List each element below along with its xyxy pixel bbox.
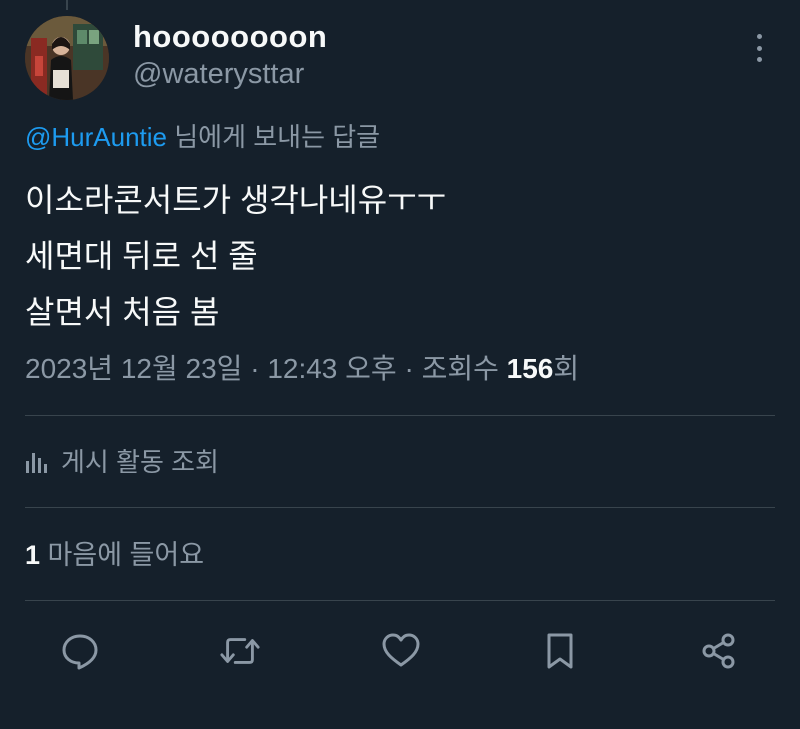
tweet-line: 이소라콘서트가 생각나네유ㅜㅜ: [25, 182, 447, 218]
reply-button[interactable]: [59, 630, 101, 672]
tweet-line: 세면대 뒤로 선 줄: [25, 238, 258, 274]
retweet-button[interactable]: [219, 630, 261, 672]
tweet-time[interactable]: 12:43 오후: [267, 353, 396, 384]
heart-icon: [382, 633, 420, 667]
thread-connector-line: [66, 0, 68, 10]
share-button[interactable]: [698, 630, 740, 672]
like-button[interactable]: [380, 630, 422, 672]
divider: [25, 600, 775, 601]
more-vertical-icon-dot: [756, 57, 762, 62]
likes-count: 1: [25, 540, 41, 570]
tweet-meta: 2023년 12월 23일 · 12:43 오후 · 조회수 156회: [25, 349, 579, 389]
tweet-line: 살면서 처음 봄: [25, 294, 220, 330]
replying-to-line: @HurAuntie 님에게 보내는 답글: [25, 120, 380, 154]
divider: [25, 415, 775, 416]
views-count: 156: [506, 353, 554, 384]
activity-label: 게시 활동 조회: [61, 447, 219, 477]
more-options-button[interactable]: [745, 30, 773, 66]
tweet-date[interactable]: 2023년 12월 23일: [25, 353, 242, 384]
likes-label: 마음에 들어요: [40, 540, 205, 570]
views-label: 조회수: [421, 353, 507, 384]
meta-separator: ·: [396, 353, 422, 384]
reply-mention-link[interactable]: @HurAuntie: [25, 122, 167, 152]
view-post-activity-link[interactable]: 게시 활동 조회: [25, 442, 219, 482]
avatar-photo: [25, 16, 109, 100]
avatar[interactable]: [25, 16, 109, 100]
reply-suffix: 님에게 보내는 답글: [167, 122, 381, 152]
author-display-name[interactable]: hoooooooon: [133, 18, 327, 56]
author-handle[interactable]: @waterysttar: [133, 56, 304, 92]
tweet-text: 이소라콘서트가 생각나네유ㅜㅜ 세면대 뒤로 선 줄 살면서 처음 봄: [25, 172, 446, 340]
share-icon: [702, 633, 735, 669]
views-unit: 회: [553, 353, 580, 384]
more-vertical-icon-dot: [756, 34, 762, 39]
more-vertical-icon-dot: [756, 45, 762, 51]
divider: [25, 507, 775, 508]
bar-chart-icon: [26, 453, 47, 473]
retweet-icon: [220, 638, 260, 664]
reply-bubble-icon: [62, 634, 98, 670]
likes-summary[interactable]: 1 마음에 들어요: [25, 535, 204, 575]
meta-separator: ·: [242, 353, 268, 384]
bookmark-button[interactable]: [539, 630, 581, 672]
bookmark-icon: [547, 633, 573, 669]
